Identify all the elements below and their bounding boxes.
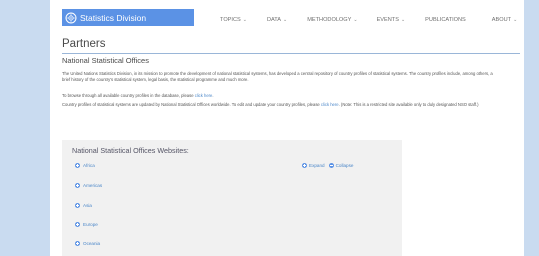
collapse-button[interactable]: Collapse bbox=[328, 163, 354, 168]
region-item-asia[interactable]: Asia bbox=[75, 203, 92, 208]
section-heading: National Statistical Offices bbox=[62, 56, 149, 65]
region-item-africa[interactable]: Africa bbox=[75, 163, 95, 168]
update-link[interactable]: click here bbox=[321, 102, 339, 107]
update-suffix: . (Note: This is a restricted site avail… bbox=[338, 102, 479, 107]
un-statistics-logo[interactable]: Statistics Division bbox=[62, 9, 194, 26]
nav-about[interactable]: ABOUT ⌄ bbox=[492, 17, 517, 23]
title-divider bbox=[62, 53, 520, 54]
region-item-oceania[interactable]: Oceania bbox=[75, 241, 100, 246]
browse-suffix: . bbox=[212, 93, 214, 98]
logo-text: Statistics Division bbox=[80, 12, 147, 23]
browse-link[interactable]: click here bbox=[195, 93, 213, 98]
browse-prefix: To browse through all available country … bbox=[62, 93, 195, 98]
plus-icon bbox=[75, 203, 80, 208]
nav-events-label: EVENTS bbox=[376, 17, 399, 23]
nav-publications-label: PUBLICATIONS bbox=[425, 17, 466, 23]
un-emblem-icon bbox=[65, 12, 77, 23]
region-item-americas[interactable]: Americas bbox=[75, 183, 102, 188]
plus-icon bbox=[75, 241, 80, 246]
chevron-down-icon: ⌄ bbox=[283, 17, 288, 23]
minus-icon bbox=[328, 163, 334, 168]
top-bar: Statistics Division TOPICS ⌄ DATA ⌄ METHOD… bbox=[50, 0, 524, 32]
plus-icon bbox=[75, 163, 80, 168]
nav-events[interactable]: EVENTS ⌄ bbox=[377, 17, 406, 23]
nav-about-label: ABOUT bbox=[491, 17, 512, 23]
plus-icon bbox=[302, 163, 307, 168]
region-label: Africa bbox=[83, 163, 95, 168]
nav-topics[interactable]: TOPICS ⌄ bbox=[220, 17, 247, 23]
expand-label: Expand bbox=[309, 163, 325, 168]
nav-data-label: DATA bbox=[266, 17, 282, 23]
update-paragraph: Country profiles of statistical systems … bbox=[62, 102, 502, 108]
nav-publications[interactable]: PUBLICATIONS bbox=[425, 17, 466, 23]
plus-icon bbox=[75, 222, 80, 227]
expand-button[interactable]: Expand bbox=[302, 163, 325, 168]
main-nav: TOPICS ⌄ DATA ⌄ METHODOLOGY ⌄ EVENTS ⌄ PUBLI… bbox=[220, 17, 517, 23]
chevron-down-icon: ⌄ bbox=[242, 17, 247, 23]
nav-data[interactable]: DATA ⌄ bbox=[267, 17, 287, 23]
chevron-down-icon: ⌄ bbox=[513, 17, 518, 23]
panel-title: National Statistical Offices Websites: bbox=[72, 146, 189, 155]
region-label: Europe bbox=[83, 222, 98, 227]
main-content: Partners National Statistical Offices Th… bbox=[62, 38, 520, 107]
nav-topics-label: TOPICS bbox=[220, 17, 241, 23]
intro-paragraph: The United Nations Statistics Division, … bbox=[62, 71, 493, 83]
nso-websites-panel: National Statistical Offices Websites: E… bbox=[62, 140, 402, 256]
collapse-label: Collapse bbox=[335, 163, 354, 168]
region-item-europe[interactable]: Europe bbox=[75, 222, 98, 227]
nav-methodology-label: METHODOLOGY bbox=[307, 17, 352, 23]
chevron-down-icon: ⌄ bbox=[400, 17, 406, 23]
region-label: Oceania bbox=[83, 241, 101, 246]
update-prefix: Country profiles of statistical systems … bbox=[62, 102, 321, 107]
nav-methodology[interactable]: METHODOLOGY ⌄ bbox=[307, 17, 357, 23]
page-title: Partners bbox=[62, 38, 106, 50]
browse-paragraph: To browse through all available country … bbox=[62, 93, 502, 99]
expand-collapse-controls: Expand Collapse bbox=[302, 163, 353, 168]
region-label: Asia bbox=[83, 203, 92, 208]
region-label: Americas bbox=[83, 183, 103, 188]
chevron-down-icon: ⌄ bbox=[353, 17, 358, 23]
plus-icon bbox=[75, 183, 80, 188]
